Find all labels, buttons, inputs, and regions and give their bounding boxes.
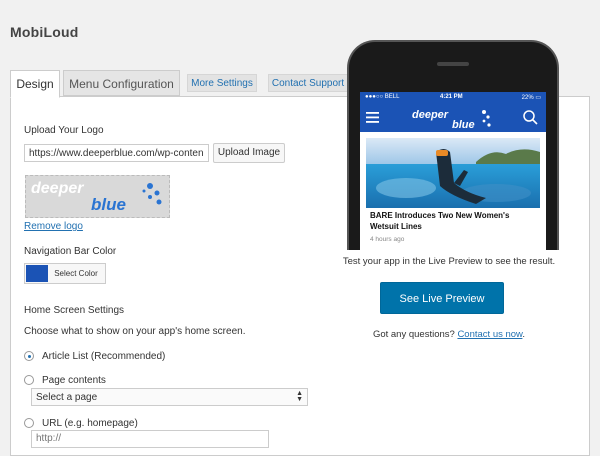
- upload-logo-label: Upload Your Logo: [24, 125, 104, 136]
- phone-status-bar: ●●●○○ BELL 4:21 PM 22% ▭: [360, 92, 546, 103]
- color-picker-button[interactable]: Select Color: [24, 263, 106, 284]
- hamburger-menu-icon: [366, 112, 379, 123]
- see-live-preview-button[interactable]: See Live Preview: [380, 282, 504, 314]
- radio-url[interactable]: [24, 418, 34, 428]
- option-article-list-label: Article List (Recommended): [42, 351, 166, 362]
- radio-page-contents[interactable]: [24, 375, 34, 385]
- page-select-value: Select a page: [36, 392, 98, 403]
- remove-logo-link[interactable]: Remove logo: [24, 221, 83, 232]
- phone-speaker: [437, 62, 469, 66]
- svg-text:deeper: deeper: [412, 109, 449, 121]
- tab-more-settings[interactable]: More Settings: [187, 74, 257, 92]
- tab-design[interactable]: Design: [10, 70, 60, 98]
- logo-preview: deeper blue: [25, 175, 170, 218]
- status-time: 4:21 PM: [440, 94, 463, 100]
- questions-end: .: [522, 329, 526, 340]
- deeperblue-logo-image: deeper blue: [31, 180, 162, 214]
- questions-text: Got any questions?: [372, 329, 455, 340]
- search-icon: [523, 110, 538, 125]
- select-arrows-icon: ▲ ▼: [296, 390, 303, 403]
- app-nav-bar: deeper blue: [360, 103, 546, 132]
- option-page-contents-label: Page contents: [42, 375, 106, 386]
- color-swatch: [26, 265, 48, 282]
- app-nav-bar-graphics: deeper blue: [366, 109, 538, 131]
- logo-url-field[interactable]: https://www.deeperblue.com/wp-conten: [24, 144, 209, 162]
- article-image: [366, 138, 540, 208]
- logo-word-blue: blue: [91, 195, 126, 214]
- svg-text:blue: blue: [452, 119, 475, 131]
- upload-image-button[interactable]: Upload Image: [213, 143, 285, 163]
- tab-contact-support[interactable]: Contact Support: [268, 74, 348, 92]
- url-input[interactable]: [31, 430, 269, 448]
- radio-article-list[interactable]: [24, 351, 34, 361]
- select-color-label: Select Color: [54, 269, 98, 278]
- nav-bar-color-label: Navigation Bar Color: [24, 246, 117, 257]
- tab-menu-configuration[interactable]: Menu Configuration: [63, 70, 180, 96]
- logo-word-deeper: deeper: [31, 180, 84, 197]
- app-logo: deeper blue: [412, 109, 491, 131]
- home-screen-settings-heading: Home Screen Settings: [24, 305, 125, 316]
- article-title[interactable]: BARE Introduces Two New Women's Wetsuit …: [370, 210, 538, 232]
- home-screen-description: Choose what to show on your app's home s…: [24, 326, 246, 337]
- option-url-label: URL (e.g. homepage): [42, 418, 138, 429]
- status-carrier: ●●●○○ BELL: [365, 94, 400, 100]
- brand-logo-text: MobiLoud: [10, 24, 79, 40]
- questions-line: Got any questions? Contact us now.: [318, 329, 580, 340]
- test-app-text: Test your app in the Live Preview to see…: [342, 256, 556, 267]
- contact-us-link[interactable]: Contact us now: [457, 329, 522, 340]
- page-select-dropdown[interactable]: Select a page ▲ ▼: [31, 388, 308, 406]
- status-battery: 22% ▭: [521, 95, 541, 101]
- article-time: 4 hours ago: [370, 236, 405, 243]
